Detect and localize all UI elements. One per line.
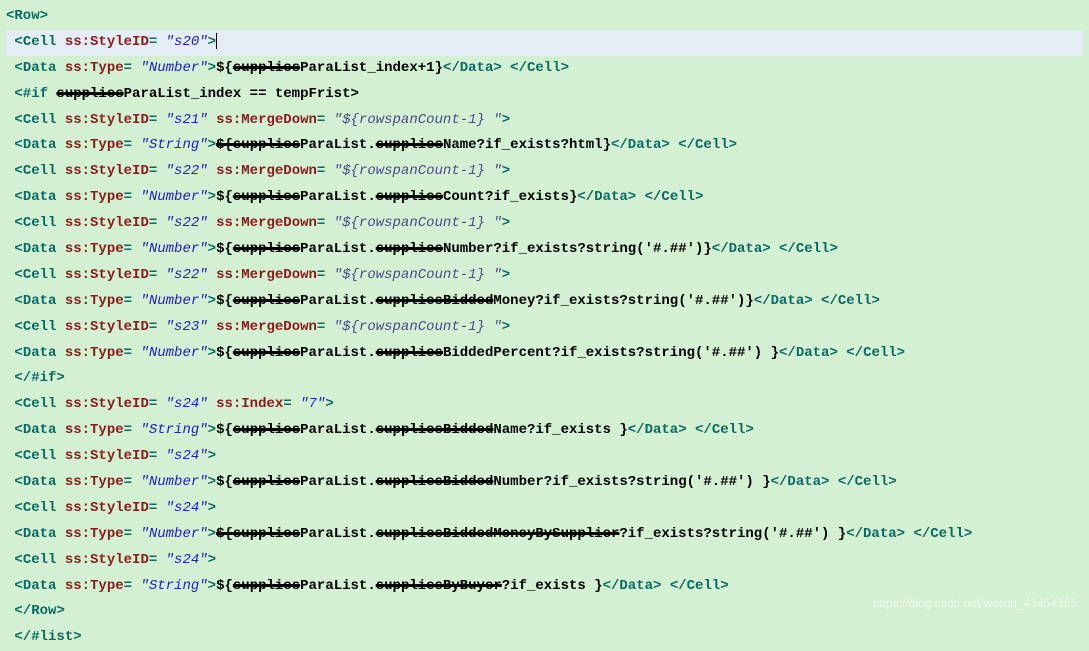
redacted-text: supplies (233, 293, 300, 309)
redacted-text: suppliesByBuyer (376, 578, 502, 594)
redacted-text: supplies (233, 422, 300, 438)
redacted-text: supplies (233, 474, 300, 490)
code-line: <Cell ss:StyleID= "s22" ss:MergeDown= "$… (6, 211, 1083, 237)
code-line: <Cell ss:StyleID= "s22" ss:MergeDown= "$… (6, 159, 1083, 185)
code-line: <Cell ss:StyleID= "s24" ss:Index= "7"> (6, 392, 1083, 418)
tag-close-bracket: > (40, 8, 48, 24)
redacted-text: supplies (233, 345, 300, 361)
redacted-text: supplies (233, 578, 300, 594)
code-block: <Row> <Cell ss:StyleID= "s20"> <Data ss:… (6, 4, 1083, 651)
code-line: <#if suppliesParaList_index == tempFrist… (6, 82, 1083, 108)
redacted-text: supplies (376, 189, 443, 205)
code-line: <Cell ss:StyleID= "s24"> (6, 444, 1083, 470)
code-line: <Data ss:Type= "Number">${suppliesParaLi… (6, 185, 1083, 211)
code-line: <Cell ss:StyleID= "s23" ss:MergeDown= "$… (6, 315, 1083, 341)
code-line: <Data ss:Type= "Number">${suppliesParaLi… (6, 470, 1083, 496)
code-line: <Data ss:Type= "String">${suppliesParaLi… (6, 133, 1083, 159)
redacted-text: suppliesBidded (376, 293, 494, 309)
text-cursor (216, 33, 217, 49)
code-line: <Cell ss:StyleID= "s21" ss:MergeDown= "$… (6, 108, 1083, 134)
code-line: <Data ss:Type= "Number">${suppliesParaLi… (6, 341, 1083, 367)
code-line: <Data ss:Type= "Number">${suppliesParaLi… (6, 237, 1083, 263)
code-line: <Cell ss:StyleID= "s22" ss:MergeDown= "$… (6, 263, 1083, 289)
code-line: <Data ss:Type= "Number">${suppliesParaLi… (6, 56, 1083, 82)
redacted-text: supplies (56, 86, 123, 102)
code-line-active: <Cell ss:StyleID= "s20"> (6, 30, 1083, 56)
code-line: </#list> (6, 625, 1083, 651)
code-line: <Data ss:Type= "Number">${suppliesParaLi… (6, 289, 1083, 315)
code-line: <Row> (6, 4, 1083, 30)
code-line: </#if> (6, 366, 1083, 392)
redacted-text: supplies (233, 526, 300, 542)
redacted-text: supplies (233, 137, 300, 153)
code-line: <Data ss:Type= "Number">${suppliesParaLi… (6, 522, 1083, 548)
redacted-text: supplies (376, 241, 443, 257)
redacted-text: ${ (216, 137, 233, 153)
redacted-text: suppliesBiddedMoneyBySupplier (376, 526, 620, 542)
redacted-text: supplies (376, 137, 443, 153)
redacted-text: suppliesBidded (376, 422, 494, 438)
code-line: <Data ss:Type= "String">${suppliesParaLi… (6, 418, 1083, 444)
redacted-text: suppliesBidded (376, 474, 494, 490)
watermark: https://blog.csdn.net/weixin_43454365 (873, 596, 1077, 610)
redacted-text: supplies (233, 60, 300, 76)
redacted-text: ${ (216, 526, 233, 542)
redacted-text: supplies (233, 189, 300, 205)
redacted-text: supplies (376, 345, 443, 361)
code-line: <Cell ss:StyleID= "s24"> (6, 548, 1083, 574)
redacted-text: supplies (233, 241, 300, 257)
tag-name-row: Row (14, 8, 39, 24)
code-line: <Cell ss:StyleID= "s24"> (6, 496, 1083, 522)
